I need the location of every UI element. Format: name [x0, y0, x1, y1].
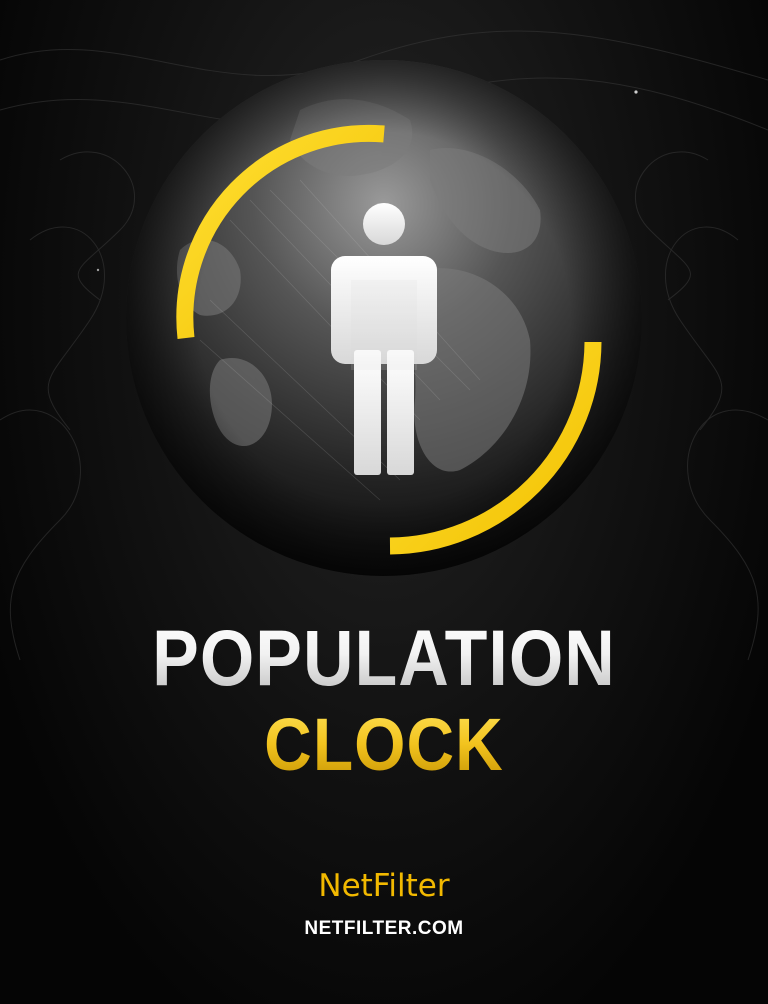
brand-url: NETFILTER.COM	[304, 918, 464, 939]
globe-graphic	[126, 60, 642, 576]
brand-name: NetFilter	[318, 868, 450, 904]
splash-screen: POPULATION CLOCK NetFilter NETFILTER.COM	[0, 0, 768, 1004]
title-clock: CLOCK	[0, 700, 768, 787]
title-population: POPULATION	[0, 613, 768, 703]
